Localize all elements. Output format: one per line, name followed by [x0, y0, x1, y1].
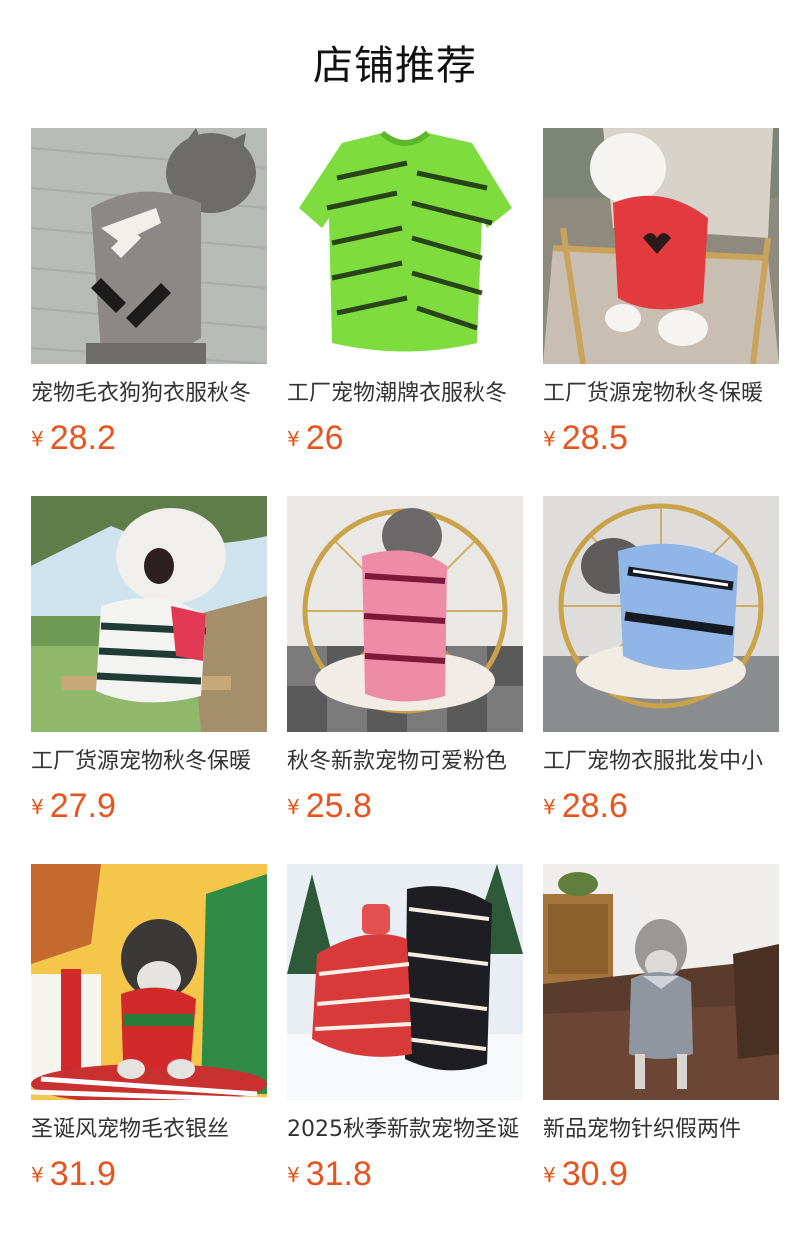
product-price: ¥26: [287, 418, 523, 458]
product-image[interactable]: [543, 864, 779, 1100]
currency-symbol: ¥: [31, 1163, 44, 1187]
product-card[interactable]: 工厂宠物潮牌衣服秋冬 ¥26: [287, 128, 523, 496]
price-value: 28.6: [561, 787, 628, 825]
price-value: 31.8: [305, 1155, 372, 1193]
page-title: 店铺推荐: [313, 43, 477, 89]
product-image[interactable]: [287, 496, 523, 732]
price-value: 28.5: [561, 419, 628, 457]
product-name[interactable]: 圣诞风宠物毛衣银丝: [31, 1114, 267, 1146]
grey-cat-in-arrow-sweater-image: [31, 128, 267, 364]
schnauzer-in-christmas-sweater-image: [31, 864, 267, 1100]
product-card[interactable]: 工厂货源宠物秋冬保暖 ¥27.9: [31, 496, 267, 864]
product-name[interactable]: 工厂货源宠物秋冬保暖: [31, 746, 267, 778]
price-value: 27.9: [49, 787, 116, 825]
white-dog-in-red-heart-sweater-on-chair-image: [543, 128, 779, 364]
product-name[interactable]: 宠物毛衣狗狗衣服秋冬: [31, 378, 267, 410]
currency-symbol: ¥: [543, 795, 556, 819]
product-price: ¥27.9: [31, 786, 267, 826]
white-dog-in-striped-sweater-outdoors-image: [31, 496, 267, 732]
currency-symbol: ¥: [543, 427, 556, 451]
price-value: 31.9: [49, 1155, 116, 1193]
product-card[interactable]: 秋冬新款宠物可爱粉色 ¥25.8: [287, 496, 523, 864]
currency-symbol: ¥: [287, 1163, 300, 1187]
price-value: 28.2: [49, 419, 116, 457]
product-card[interactable]: 圣诞风宠物毛衣银丝 ¥31.9: [31, 864, 267, 1232]
product-name[interactable]: 秋冬新款宠物可爱粉色: [287, 746, 523, 778]
product-image[interactable]: [287, 128, 523, 364]
product-image[interactable]: [31, 496, 267, 732]
currency-symbol: ¥: [31, 795, 44, 819]
product-price: ¥28.6: [543, 786, 779, 826]
schnauzer-in-grey-sweater-on-sofa-image: [543, 864, 779, 1100]
product-name[interactable]: 工厂货源宠物秋冬保暖: [543, 378, 779, 410]
price-value: 25.8: [305, 787, 372, 825]
product-price: ¥30.9: [543, 1154, 779, 1194]
grey-cat-in-blue-sweater-on-gold-chair-image: [543, 496, 779, 732]
price-value: 26: [305, 419, 344, 457]
product-image[interactable]: [31, 128, 267, 364]
currency-symbol: ¥: [287, 427, 300, 451]
product-price: ¥28.2: [31, 418, 267, 458]
product-name[interactable]: 新品宠物针织假两件: [543, 1114, 779, 1146]
store-recommendation-page: 店铺推荐 宠物毛衣狗狗衣服秋冬 ¥ 28.2 工厂宠物潮牌衣服秋冬 ¥ 26 工…: [0, 0, 790, 1234]
grey-cat-in-pink-sweater-on-gold-chair-image: [287, 496, 523, 732]
price-value: 30.9: [561, 1155, 628, 1193]
product-card[interactable]: 新品宠物针织假两件 ¥30.9: [543, 864, 779, 1232]
product-card[interactable]: 工厂货源宠物秋冬保暖 ¥28.5: [543, 128, 779, 496]
product-name[interactable]: 工厂宠物潮牌衣服秋冬: [287, 378, 523, 410]
product-price: ¥25.8: [287, 786, 523, 826]
product-image[interactable]: [287, 864, 523, 1100]
currency-symbol: ¥: [543, 1163, 556, 1187]
red-and-black-christmas-sweaters-on-snow-image: [287, 864, 523, 1100]
product-name[interactable]: 2025秋季新款宠物圣诞: [287, 1114, 523, 1146]
product-name[interactable]: 工厂宠物衣服批发中小: [543, 746, 779, 778]
green-letter-print-sweater-image: [287, 128, 523, 364]
product-card[interactable]: 2025秋季新款宠物圣诞 ¥31.8: [287, 864, 523, 1232]
currency-symbol: ¥: [287, 795, 300, 819]
currency-symbol: ¥: [31, 427, 44, 451]
product-image[interactable]: [31, 864, 267, 1100]
product-price: ¥31.9: [31, 1154, 267, 1194]
product-image[interactable]: [543, 128, 779, 364]
product-price: ¥31.8: [287, 1154, 523, 1194]
product-card[interactable]: 宠物毛衣狗狗衣服秋冬 ¥28.2: [31, 128, 267, 496]
product-image[interactable]: [543, 496, 779, 732]
product-grid: 宠物毛衣狗狗衣服秋冬 ¥28.2 工厂宠物潮牌衣服秋冬 ¥ 26 工厂货源宠物秋…: [31, 128, 779, 1232]
product-card[interactable]: 工厂宠物衣服批发中小 ¥28.6: [543, 496, 779, 864]
product-price: ¥28.5: [543, 418, 779, 458]
